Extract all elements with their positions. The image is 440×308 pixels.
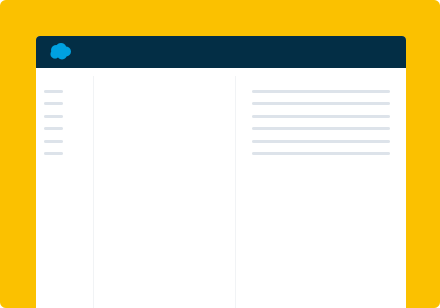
sidebar-item-placeholder[interactable]: [44, 115, 63, 118]
content-placeholder-line: [252, 102, 390, 105]
app-window: [36, 36, 406, 308]
sidebar-item-placeholder[interactable]: [44, 127, 63, 130]
app-body: [36, 68, 406, 308]
content-placeholder-line: [252, 140, 390, 143]
sidebar-item-placeholder[interactable]: [44, 152, 63, 155]
content-placeholder-line: [252, 90, 390, 93]
content-placeholder-line: [252, 115, 390, 118]
sidebar-item-placeholder[interactable]: [44, 102, 63, 105]
detail-pane: [236, 68, 406, 308]
content-placeholder-line: [252, 152, 390, 155]
sidebar-item-placeholder[interactable]: [44, 140, 63, 143]
salesforce-cloud-icon[interactable]: [49, 43, 73, 60]
yellow-backdrop: [0, 0, 440, 308]
sidebar: [36, 68, 93, 308]
app-header: [36, 36, 406, 68]
sidebar-item-placeholder[interactable]: [44, 90, 63, 93]
content-placeholder-line: [252, 127, 390, 130]
list-pane: [94, 68, 235, 308]
